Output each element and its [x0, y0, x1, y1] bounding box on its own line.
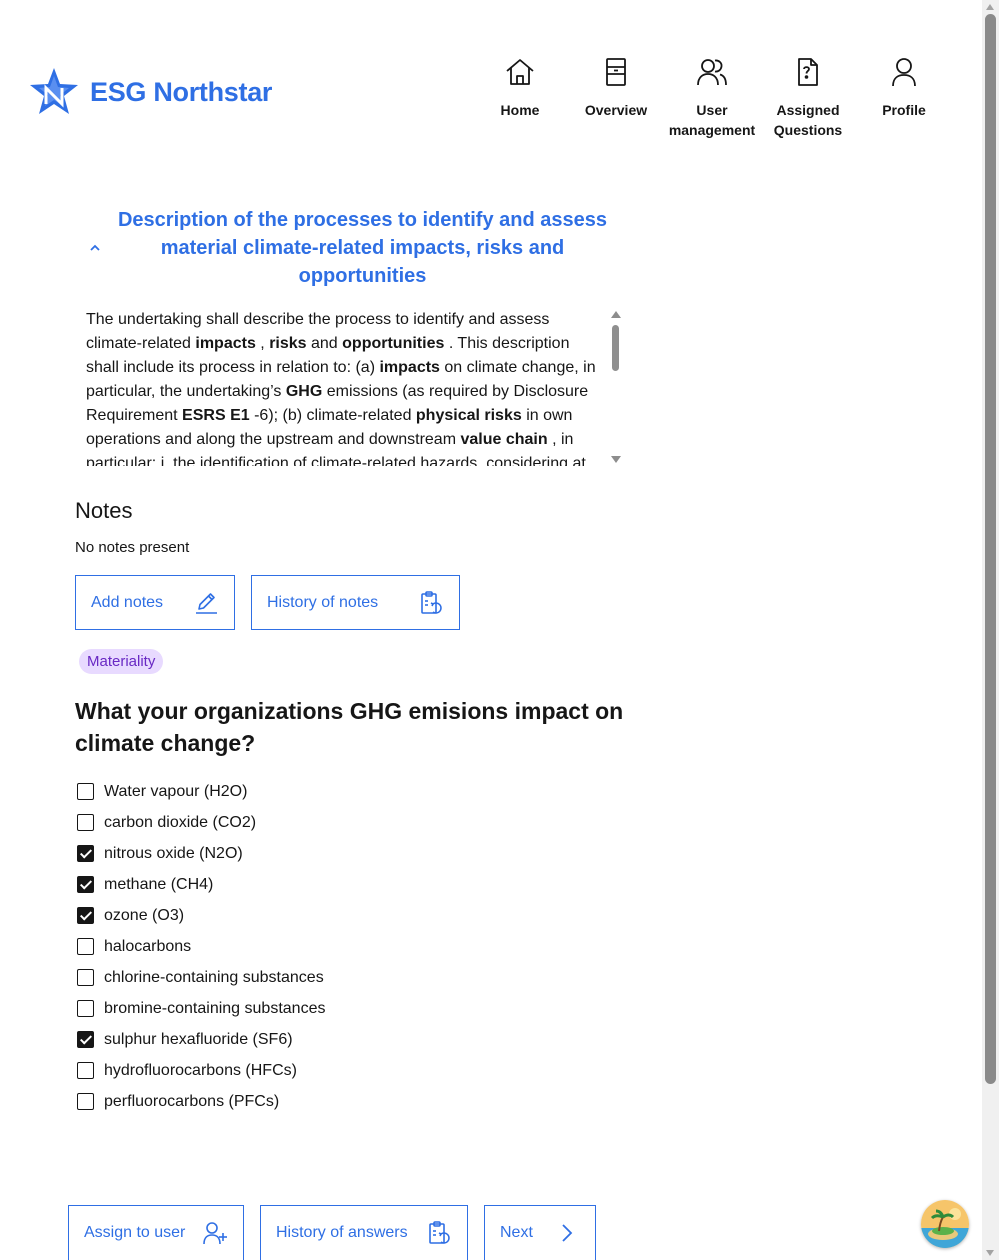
description-body: The undertaking shall describe the proce… [86, 311, 596, 466]
option-row[interactable]: perfluorocarbons (PFCs) [77, 1086, 325, 1117]
nav-item-assigned-questions[interactable]: Assigned Questions [760, 56, 856, 140]
option-row[interactable]: methane (CH4) [77, 869, 325, 900]
history-of-notes-button[interactable]: History of notes [251, 575, 460, 630]
scroll-up-arrow-icon[interactable] [611, 311, 621, 318]
option-label: ozone (O3) [104, 906, 185, 924]
option-row[interactable]: sulphur hexafluoride (SF6) [77, 1024, 325, 1055]
option-checkbox[interactable] [77, 783, 94, 800]
star-logo-icon [30, 68, 78, 114]
option-label: perfluorocarbons (PFCs) [104, 1092, 280, 1110]
option-row[interactable]: hydrofluorocarbons (HFCs) [77, 1055, 325, 1086]
document-question-icon [798, 58, 818, 86]
option-label: methane (CH4) [104, 875, 214, 893]
island-avatar-icon [921, 1200, 969, 1248]
scroll-down-arrow-icon[interactable] [611, 456, 621, 463]
user-add-icon [203, 1222, 227, 1245]
option-checkbox[interactable] [77, 969, 94, 986]
option-row[interactable]: chlorine-containing substances [77, 962, 325, 993]
notes-empty-text: No notes present [75, 539, 190, 556]
option-row[interactable]: carbon dioxide (CO2) [77, 807, 325, 838]
nav-label-user-management: User management [668, 102, 756, 138]
archive-icon [606, 58, 626, 86]
next-label: Next [500, 1224, 533, 1241]
nav-label-home: Home [500, 102, 540, 118]
option-checkbox[interactable] [77, 814, 94, 831]
option-checkbox[interactable] [77, 845, 94, 862]
description-scroll-thumb[interactable] [612, 325, 619, 371]
option-label: nitrous oxide (N2O) [104, 844, 243, 862]
option-label: chlorine-containing substances [104, 968, 324, 986]
home-icon [506, 59, 534, 85]
users-icon [697, 59, 727, 86]
brand-logo[interactable]: ESG Northstar [28, 66, 272, 118]
clipboard-history-icon [429, 1221, 450, 1244]
option-label: hydrofluorocarbons (HFCs) [104, 1061, 297, 1079]
assistant-avatar[interactable] [921, 1200, 969, 1248]
option-row[interactable]: Water vapour (H2O) [77, 776, 325, 807]
answer-options: Water vapour (H2O) carbon dioxide (CO2) ni… [77, 776, 325, 1117]
main-nav: Home Overview User management Assigned Q… [472, 56, 952, 140]
nav-label-overview: Overview [584, 102, 648, 118]
description-scrollbar[interactable] [610, 308, 622, 466]
page-scroll-thumb[interactable] [985, 14, 996, 1084]
assign-to-user-label: Assign to user [84, 1224, 186, 1241]
history-of-answers-label: History of answers [276, 1224, 408, 1241]
nav-item-overview[interactable]: Overview [568, 56, 664, 140]
nav-item-home[interactable]: Home [472, 56, 568, 140]
option-checkbox[interactable] [77, 938, 94, 955]
pencil-icon [196, 592, 217, 614]
description-scroll-box[interactable]: The undertaking shall describe the proce… [86, 308, 624, 466]
nav-item-profile[interactable]: Profile [856, 56, 952, 140]
clipboard-history-icon [421, 590, 442, 614]
add-notes-label: Add notes [91, 593, 164, 611]
materiality-tag: Materiality [79, 649, 164, 674]
option-label: sulphur hexafluoride (SF6) [104, 1030, 293, 1048]
page-scroll-down-icon[interactable] [986, 1250, 994, 1256]
add-notes-button[interactable]: Add notes [75, 575, 235, 630]
chevron-up-icon[interactable] [80, 244, 110, 252]
option-checkbox[interactable] [77, 1031, 94, 1048]
option-checkbox[interactable] [77, 1062, 94, 1079]
question-title: What your organizations GHG emisions imp… [75, 698, 624, 756]
page-scroll-up-icon[interactable] [986, 4, 994, 10]
option-checkbox[interactable] [77, 1093, 94, 1110]
nav-label-profile: Profile [882, 102, 926, 118]
description-title: Description of the processes to identify… [117, 209, 608, 287]
option-label: halocarbons [104, 937, 192, 955]
history-of-answers-button[interactable]: History of answers [260, 1205, 468, 1260]
option-row[interactable]: halocarbons [77, 931, 325, 962]
notes-heading: Notes [75, 498, 133, 523]
page-scrollbar[interactable] [982, 0, 999, 1260]
option-row[interactable]: bromine-containing substances [77, 993, 325, 1024]
option-checkbox[interactable] [77, 876, 94, 893]
nav-label-assigned-questions: Assigned Questions [773, 102, 843, 138]
assign-to-user-button[interactable]: Assign to user [68, 1205, 244, 1260]
description-accordion-header[interactable]: Description of the processes to identify… [80, 206, 625, 290]
user-icon [892, 58, 916, 87]
chevron-right-icon [562, 1224, 573, 1242]
option-row[interactable]: nitrous oxide (N2O) [77, 838, 325, 869]
option-label: Water vapour (H2O) [104, 782, 248, 800]
option-label: bromine-containing substances [104, 999, 326, 1017]
option-row[interactable]: ozone (O3) [77, 900, 325, 931]
history-of-notes-label: History of notes [267, 593, 379, 611]
option-label: carbon dioxide (CO2) [104, 813, 257, 831]
brand-name: ESG Northstar [90, 76, 273, 107]
nav-item-user-management[interactable]: User management [664, 56, 760, 140]
option-checkbox[interactable] [77, 1000, 94, 1017]
next-button[interactable]: Next [484, 1205, 596, 1260]
option-checkbox[interactable] [77, 907, 94, 924]
